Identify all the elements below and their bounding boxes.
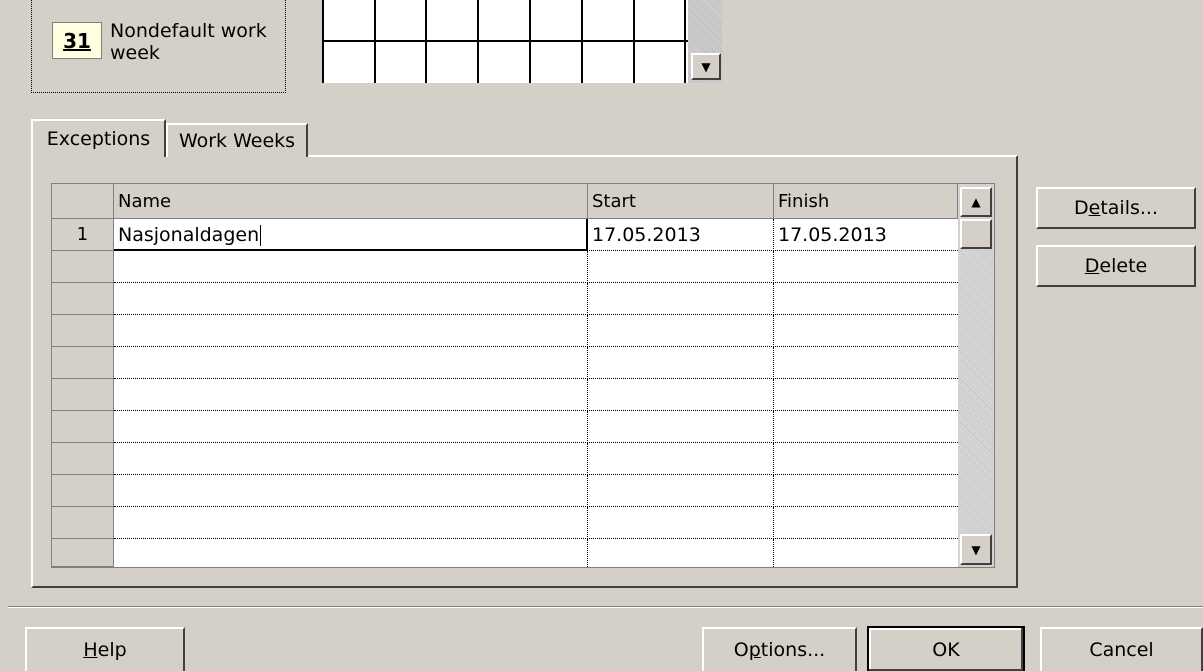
table-row[interactable] [114,283,958,315]
table-row[interactable] [114,539,958,567]
row-header-1[interactable]: 1 [52,219,114,251]
cell-start[interactable]: 17.05.2013 [588,219,774,251]
delete-button[interactable]: Delete [1036,245,1196,287]
scroll-down-icon: ▼ [701,59,711,74]
details-button[interactable]: De tails... [1036,187,1196,229]
table-row[interactable] [114,347,958,379]
text-caret [260,225,262,246]
options-button[interactable]: Op tions... [702,627,857,671]
table-row[interactable] [114,315,958,347]
tab-exceptions[interactable]: Exceptions [31,119,166,157]
help-button[interactable]: Help [25,627,185,671]
legend-label: Nondefault work week [110,20,267,64]
tab-work-weeks[interactable]: Work Weeks [166,123,308,157]
row-header-empty[interactable] [52,539,114,567]
scroll-down-icon: ▼ [971,542,981,557]
legend-swatch-number: 31 [63,28,91,53]
row-header-empty[interactable] [52,379,114,411]
row-header-empty[interactable] [52,475,114,507]
cell-name-value: Nasjonaldagen [118,224,260,246]
table-row[interactable] [114,251,958,283]
cancel-button[interactable]: Cancel [1040,627,1203,671]
row-header-empty[interactable] [52,443,114,475]
table-row[interactable] [114,411,958,443]
grid-scroll-up-button[interactable]: ▲ [960,187,992,217]
row-header-empty[interactable] [52,315,114,347]
cell-name-active[interactable]: Nasjonaldagen [114,219,588,251]
legend-nondefault-work-week: 31 Nondefault work week [31,0,286,93]
row-header-empty[interactable] [52,251,114,283]
exceptions-grid[interactable]: Name Start Finish 1 Nasjonaldagen 17.05.… [51,183,995,568]
table-row[interactable] [114,379,958,411]
row-header-empty[interactable] [52,411,114,443]
column-header-start[interactable]: Start [588,184,774,219]
legend-swatch: 31 [52,22,102,59]
footer-separator [8,606,1203,608]
table-row[interactable]: Nasjonaldagen 17.05.2013 17.05.2013 [114,219,958,251]
calendar-scroll-down-button[interactable]: ▼ [691,53,721,80]
row-header-empty[interactable] [52,283,114,315]
calendar-grid[interactable] [322,0,688,83]
row-header-empty[interactable] [52,347,114,379]
grid-vertical-scrollbar[interactable]: ▲ ▼ [958,184,994,567]
ok-button[interactable]: OK [867,626,1025,671]
column-header-finish[interactable]: Finish [774,184,958,219]
cell-finish[interactable]: 17.05.2013 [774,219,958,251]
grid-scroll-thumb[interactable] [960,219,992,249]
column-header-name[interactable]: Name [114,184,588,219]
table-row[interactable] [114,443,958,475]
table-row[interactable] [114,507,958,539]
scroll-up-icon: ▲ [971,195,981,209]
table-row[interactable] [114,475,958,507]
grid-corner [52,184,114,219]
grid-scroll-down-button[interactable]: ▼ [960,534,992,565]
row-header-empty[interactable] [52,507,114,539]
calendar-scrollbar[interactable]: ▼ [688,0,722,83]
